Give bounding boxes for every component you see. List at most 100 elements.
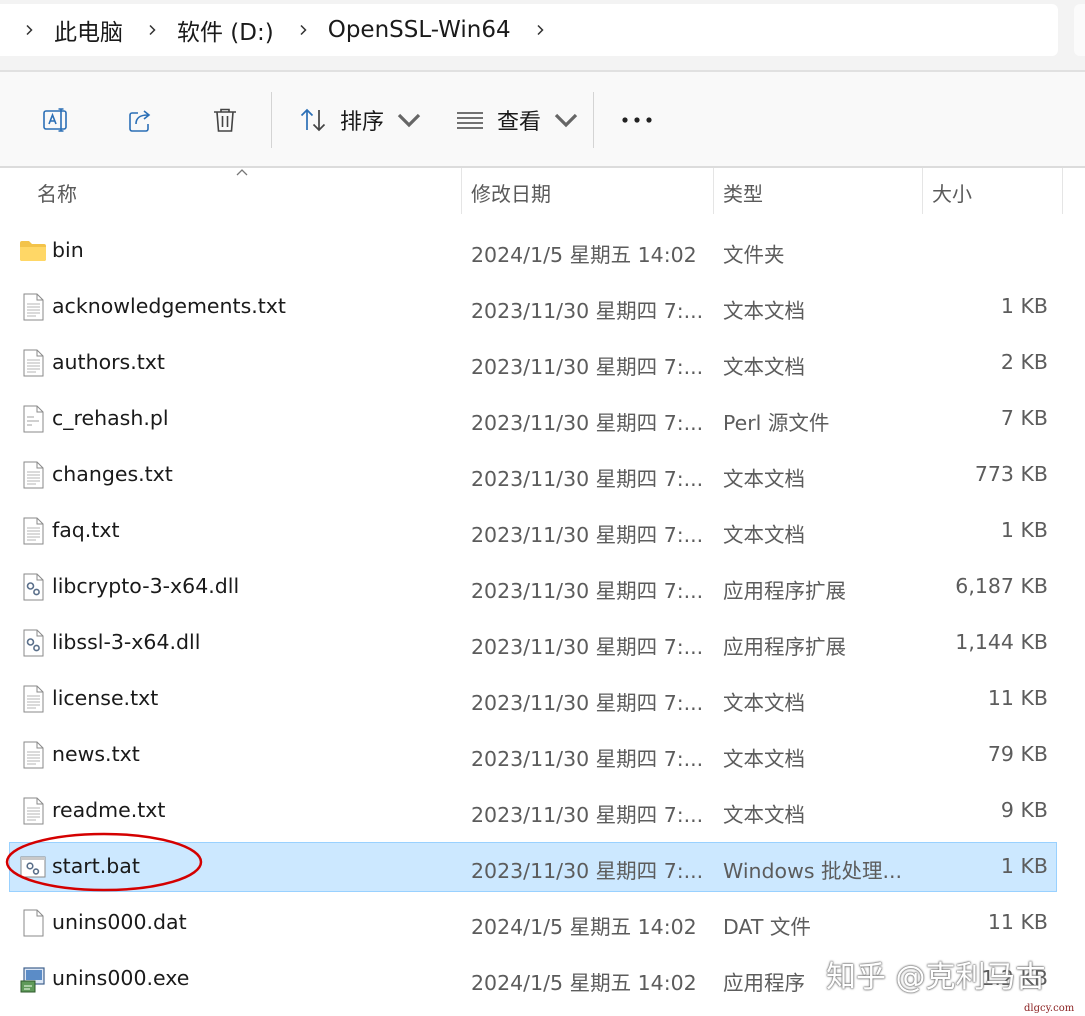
- file-size: 79 KB: [987, 742, 1048, 766]
- file-date: 2023/11/30 星期四 7:...: [471, 859, 704, 883]
- breadcrumb-drive-d[interactable]: 软件 (D:): [177, 13, 274, 47]
- address-bar[interactable]: 此电脑 软件 (D:) OpenSSL-Win64: [0, 4, 1058, 56]
- file-size: 1 KB: [1000, 854, 1048, 878]
- text-file-icon: [23, 461, 44, 489]
- table-row[interactable]: faq.txt 2023/11/30 星期四 7:... 文本文档 1 KB: [10, 507, 1056, 555]
- watermark-site: dlgcy.com: [1024, 1003, 1075, 1014]
- file-name: authors.txt: [52, 350, 165, 374]
- breadcrumb-this-pc[interactable]: 此电脑: [54, 13, 123, 47]
- column-date[interactable]: 修改日期: [471, 178, 551, 207]
- blank-file-icon: [23, 909, 44, 937]
- column-size[interactable]: 大小: [932, 178, 972, 207]
- table-row[interactable]: unins000.dat 2024/1/5 星期五 14:02 DAT 文件 1…: [10, 899, 1056, 947]
- chevron-right-icon[interactable]: [20, 21, 38, 39]
- text-file-icon: [23, 741, 44, 769]
- perl-file-icon: [23, 405, 44, 433]
- chevron-right-icon[interactable]: [531, 21, 549, 39]
- file-type: 文本文档: [723, 803, 805, 827]
- rename-icon: [43, 108, 67, 132]
- text-file-icon: [23, 293, 44, 321]
- file-date: 2023/11/30 星期四 7:...: [471, 635, 704, 659]
- dll-file-icon: [23, 629, 44, 657]
- share-button[interactable]: [126, 102, 156, 138]
- text-file-icon: [23, 797, 44, 825]
- column-name[interactable]: 名称: [37, 178, 77, 207]
- file-type: 文本文档: [723, 299, 805, 323]
- table-row[interactable]: license.txt 2023/11/30 星期四 7:... 文本文档 11…: [10, 675, 1056, 723]
- table-row[interactable]: acknowledgements.txt 2023/11/30 星期四 7:..…: [10, 283, 1056, 331]
- file-date: 2024/1/5 星期五 14:02: [471, 971, 697, 995]
- address-bar-area: 此电脑 软件 (D:) OpenSSL-Win64: [0, 0, 1085, 72]
- file-type: 应用程序扩展: [723, 635, 846, 659]
- sort-label: 排序: [340, 110, 385, 135]
- file-type: 文本文档: [723, 523, 805, 547]
- breadcrumb-openssl-folder[interactable]: OpenSSL-Win64: [328, 17, 511, 43]
- file-type: 文件夹: [723, 243, 785, 267]
- share-icon: [129, 110, 151, 132]
- file-date: 2023/11/30 星期四 7:...: [471, 803, 704, 827]
- text-file-icon: [23, 685, 44, 713]
- file-date: 2024/1/5 星期五 14:02: [471, 915, 697, 939]
- file-date: 2023/11/30 星期四 7:...: [471, 523, 704, 547]
- column-header: 名称 修改日期 类型 大小: [0, 168, 1085, 216]
- chevron-down-icon: [554, 113, 578, 128]
- column-resize-handle[interactable]: [713, 168, 714, 214]
- file-size: 1,144 KB: [955, 630, 1048, 654]
- table-row[interactable]: bin 2024/1/5 星期五 14:02 文件夹: [10, 227, 1056, 275]
- file-name: news.txt: [52, 742, 140, 766]
- file-size: 1 KB: [1000, 518, 1048, 542]
- command-bar: 排序 查看: [0, 72, 1085, 168]
- highlight-ellipse: [5, 832, 203, 892]
- file-type: Windows 批处理...: [723, 859, 903, 883]
- installer-exe-icon: [20, 967, 45, 993]
- rename-button[interactable]: [42, 102, 72, 138]
- file-date: 2023/11/30 星期四 7:...: [471, 411, 704, 435]
- view-button[interactable]: 查看: [455, 102, 581, 138]
- file-type: 应用程序扩展: [723, 579, 846, 603]
- file-type: 文本文档: [723, 355, 805, 379]
- table-row[interactable]: changes.txt 2023/11/30 星期四 7:... 文本文档 77…: [10, 451, 1056, 499]
- file-date: 2023/11/30 星期四 7:...: [471, 467, 704, 491]
- table-row[interactable]: c_rehash.pl 2023/11/30 星期四 7:... Perl 源文…: [10, 395, 1056, 443]
- file-name: bin: [52, 238, 84, 262]
- sort-icon: [300, 108, 326, 132]
- file-name: changes.txt: [52, 462, 173, 486]
- table-row[interactable]: libssl-3-x64.dll 2023/11/30 星期四 7:... 应用…: [10, 619, 1056, 667]
- file-size: 11 KB: [987, 686, 1048, 710]
- sort-ascending-icon: [236, 169, 248, 176]
- column-resize-handle[interactable]: [922, 168, 923, 214]
- search-box-edge[interactable]: [1074, 4, 1085, 56]
- text-file-icon: [23, 517, 44, 545]
- column-resize-handle[interactable]: [461, 168, 462, 214]
- file-size: 9 KB: [1000, 798, 1048, 822]
- file-date: 2024/1/5 星期五 14:02: [471, 243, 697, 267]
- sort-button[interactable]: 排序: [298, 102, 424, 138]
- dll-file-icon: [23, 573, 44, 601]
- file-name: unins000.dat: [52, 910, 187, 934]
- column-type[interactable]: 类型: [723, 178, 763, 207]
- file-date: 2023/11/30 星期四 7:...: [471, 299, 704, 323]
- table-row[interactable]: authors.txt 2023/11/30 星期四 7:... 文本文档 2 …: [10, 339, 1056, 387]
- toolbar-separator: [271, 92, 272, 148]
- delete-button[interactable]: [210, 102, 240, 138]
- view-label: 查看: [497, 110, 542, 135]
- file-size: 2 KB: [1000, 350, 1048, 374]
- file-type: 应用程序: [723, 971, 805, 995]
- column-resize-handle[interactable]: [1062, 168, 1063, 214]
- file-name: libssl-3-x64.dll: [52, 630, 201, 654]
- file-type: 文本文档: [723, 691, 805, 715]
- more-options-button[interactable]: [620, 102, 654, 138]
- file-size: 773 KB: [974, 462, 1048, 486]
- table-row[interactable]: news.txt 2023/11/30 星期四 7:... 文本文档 79 KB: [10, 731, 1056, 779]
- table-row[interactable]: libcrypto-3-x64.dll 2023/11/30 星期四 7:...…: [10, 563, 1056, 611]
- table-row[interactable]: readme.txt 2023/11/30 星期四 7:... 文本文档 9 K…: [10, 787, 1056, 835]
- trash-icon: [214, 108, 236, 132]
- file-date: 2023/11/30 星期四 7:...: [471, 579, 704, 603]
- file-date: 2023/11/30 星期四 7:...: [471, 691, 704, 715]
- chevron-right-icon[interactable]: [294, 21, 312, 39]
- file-name: license.txt: [52, 686, 159, 710]
- toolbar-separator: [593, 92, 594, 148]
- file-size: 11 KB: [987, 910, 1048, 934]
- chevron-right-icon[interactable]: [143, 21, 161, 39]
- text-file-icon: [23, 349, 44, 377]
